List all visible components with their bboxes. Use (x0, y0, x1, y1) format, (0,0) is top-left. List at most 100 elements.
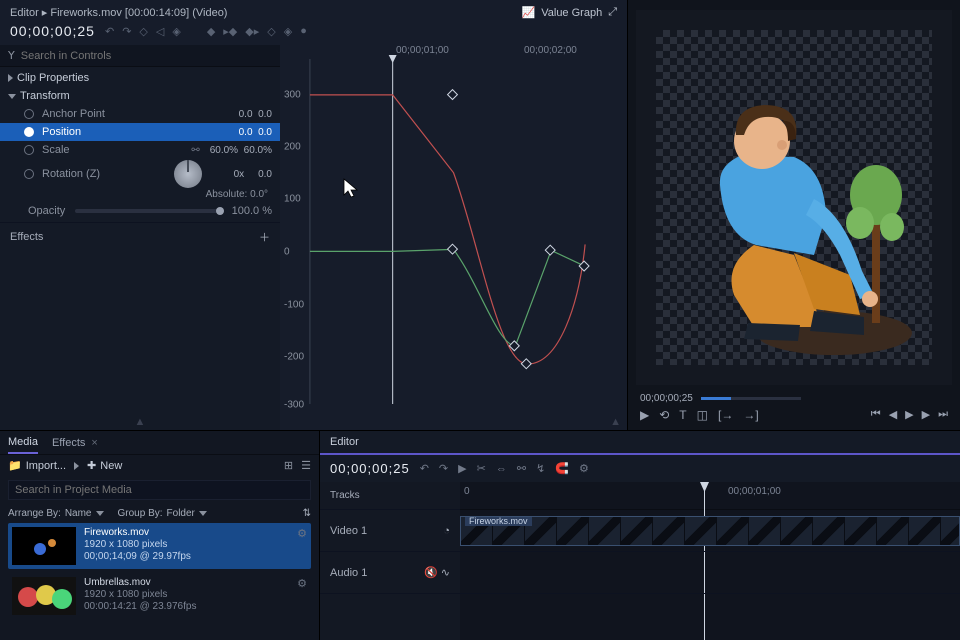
magnet-icon[interactable]: 🧲 (555, 462, 569, 475)
gear-icon[interactable]: ⚙ (297, 527, 307, 565)
redo-icon[interactable]: ↷ (122, 25, 131, 38)
snap-icon[interactable]: ↯ (536, 462, 545, 475)
bracket-out-icon[interactable]: →] (743, 408, 758, 422)
caret-down-icon (8, 94, 16, 99)
mouse-cursor-icon (342, 177, 362, 199)
pointer-icon[interactable]: ▶ (458, 462, 466, 475)
sort-icon[interactable]: ⇅ (303, 508, 311, 519)
new-button[interactable]: ✚ New (87, 459, 122, 472)
text-icon[interactable]: T (679, 408, 686, 422)
preview-viewport[interactable] (636, 10, 952, 385)
value-graph-toggle[interactable]: 📈 Value Graph ⤢ (522, 6, 617, 19)
kf-tool6-icon[interactable]: ● (300, 25, 307, 38)
goto-start-icon[interactable]: ⏮ (871, 408, 881, 422)
goto-end-icon[interactable]: ⏭ (938, 408, 948, 422)
opacity-row[interactable]: Opacity 100.0 % (0, 202, 280, 220)
play2-icon[interactable]: ▶ (905, 408, 913, 422)
track-audio-1[interactable]: Audio 1 🔇 ∿ (320, 552, 460, 594)
controls-search-input[interactable] (21, 50, 272, 62)
blade-icon[interactable]: ✂ (477, 462, 486, 475)
clip-properties-row[interactable]: Clip Properties (0, 69, 280, 87)
keyframe-toggle-icon[interactable] (24, 109, 34, 119)
media-search-input[interactable] (8, 480, 311, 500)
media-thumbnail (12, 527, 76, 565)
bracket-in-icon[interactable]: [→ (718, 408, 733, 422)
timeline-clip-fireworks[interactable]: Fireworks.mov (460, 516, 960, 546)
tab-close-icon[interactable]: × (91, 437, 97, 449)
keyframe-toggle-icon[interactable] (24, 169, 34, 179)
editor-timecode[interactable]: 00;00;00;25 (10, 23, 95, 39)
kf-tool2-icon[interactable]: ▸◆ (223, 25, 237, 38)
kf-tool3-icon[interactable]: ◆▸ (245, 25, 259, 38)
transform-row[interactable]: Transform (0, 87, 280, 105)
redo-icon[interactable]: ↷ (439, 462, 448, 475)
kf-prev-icon[interactable]: ◁ (156, 25, 164, 38)
kf-tool1-icon[interactable]: ◆ (207, 25, 215, 38)
timeline-timecode[interactable]: 00;00;00;25 (330, 461, 410, 476)
value-graph-area[interactable]: 00;00;01;00 00;00;02;00 300 200 100 0 -1… (280, 45, 627, 430)
timeline-panel: Editor 00;00;00;25 ↶ ↷ ▶ ✂ ⇔ ⚯ ↯ 🧲 ⚙ Tra… (320, 431, 960, 640)
media-thumbnail (12, 577, 76, 615)
rotation-dial[interactable] (174, 160, 202, 188)
list-view-icon[interactable]: ☰ (301, 459, 311, 472)
timeline-tick: 0 (464, 486, 470, 497)
filter-icon[interactable]: 𝖸 (8, 49, 15, 62)
step-fwd-icon[interactable]: ▶ (922, 408, 930, 422)
timeline-header: Editor (320, 431, 960, 455)
value-graph-svg (280, 45, 627, 414)
link-icon[interactable]: ⚯ (517, 462, 526, 475)
tracks-header: Tracks (320, 482, 460, 510)
crop-icon[interactable]: ◫ (697, 408, 708, 422)
keyframe-active-icon[interactable] (24, 127, 34, 137)
controls-column: 𝖸 Clip Properties Transform Anchor Point (0, 45, 280, 430)
grid-view-icon[interactable]: ⊞ (284, 459, 293, 472)
media-panel: Media Effects × 📁 Import... ✚ New ⊞ ☰ Ar… (0, 431, 320, 640)
editor-title: Editor ▸ Fireworks.mov [00:00:14:09] (Vi… (10, 6, 227, 19)
anchor-point-row[interactable]: Anchor Point 0.0 0.0 (0, 105, 280, 123)
group-by-dropdown[interactable]: Group By: Folder (118, 508, 207, 519)
kf-add-icon[interactable]: ◈ (172, 25, 180, 38)
position-row[interactable]: Position 0.0 0.0 (0, 123, 280, 141)
media-item-umbrellas[interactable]: Umbrellas.mov 1920 x 1080 pixels 00:00:1… (8, 573, 311, 619)
graph-icon: 📈 (522, 6, 536, 19)
preview-progress[interactable] (701, 397, 801, 400)
timeline-tick: 00;00;01;00 (728, 486, 781, 497)
tab-media[interactable]: Media (8, 432, 38, 454)
time-tick: 00;00;02;00 (524, 45, 577, 56)
opacity-slider[interactable] (75, 209, 221, 213)
rotation-row[interactable]: Rotation (Z) 0x 0.0 (0, 159, 280, 189)
kf-tool4-icon[interactable]: ◇ (267, 25, 275, 38)
slip-icon[interactable]: ⇔ (496, 463, 507, 475)
editor-panel: Editor ▸ Fireworks.mov [00:00:14:09] (Vi… (0, 0, 628, 430)
rotation-absolute: Absolute: 0.0° (0, 189, 280, 202)
effects-row[interactable]: Effects ＋ (0, 222, 280, 251)
preview-panel: 00;00;00;25 ▶ ⟲ T ◫ [→ →] ⏮ ◀ ▶ ▶ ⏭ (628, 0, 960, 430)
link-icon[interactable]: ⚯ (191, 145, 199, 156)
waveform-icon[interactable]: ∿ (441, 567, 450, 579)
eye-icon[interactable]: ◔ (443, 525, 450, 537)
scale-row[interactable]: Scale ⚯ 60.0% 60.0% (0, 141, 280, 159)
tab-effects[interactable]: Effects (52, 433, 85, 453)
kf-tool5-icon[interactable]: ◈ (284, 25, 292, 38)
arrange-by-dropdown[interactable]: Arrange By: Name (8, 508, 104, 519)
step-back-icon[interactable]: ◀ (889, 408, 897, 422)
preview-image (664, 95, 924, 355)
import-button[interactable]: 📁 Import... (8, 459, 66, 472)
time-tick: 00;00;01;00 (396, 45, 449, 56)
kf-nav-icon[interactable]: ◇ (139, 25, 147, 38)
undo-icon[interactable]: ↶ (420, 462, 429, 475)
add-effect-icon[interactable]: ＋ (259, 229, 270, 245)
gear-icon[interactable]: ⚙ (579, 462, 589, 475)
track-video-1[interactable]: Video 1 ◔ (320, 510, 460, 552)
undo-icon[interactable]: ↶ (105, 25, 114, 38)
mute-icon[interactable]: 🔇 (424, 567, 438, 579)
loop-icon[interactable]: ⟲ (659, 408, 669, 422)
play-icon[interactable]: ▶ (640, 408, 649, 422)
timeline-track-area[interactable]: 0 00;00;01;00 Fireworks.mov (460, 482, 960, 640)
import-menu-icon[interactable] (74, 462, 79, 470)
media-item-fireworks[interactable]: Fireworks.mov 1920 x 1080 pixels 00;00;1… (8, 523, 311, 569)
keyframe-toggle-icon[interactable] (24, 145, 34, 155)
gear-icon[interactable]: ⚙ (297, 577, 307, 615)
expand-icon[interactable]: ⤢ (608, 6, 617, 19)
caret-right-icon (8, 74, 13, 82)
